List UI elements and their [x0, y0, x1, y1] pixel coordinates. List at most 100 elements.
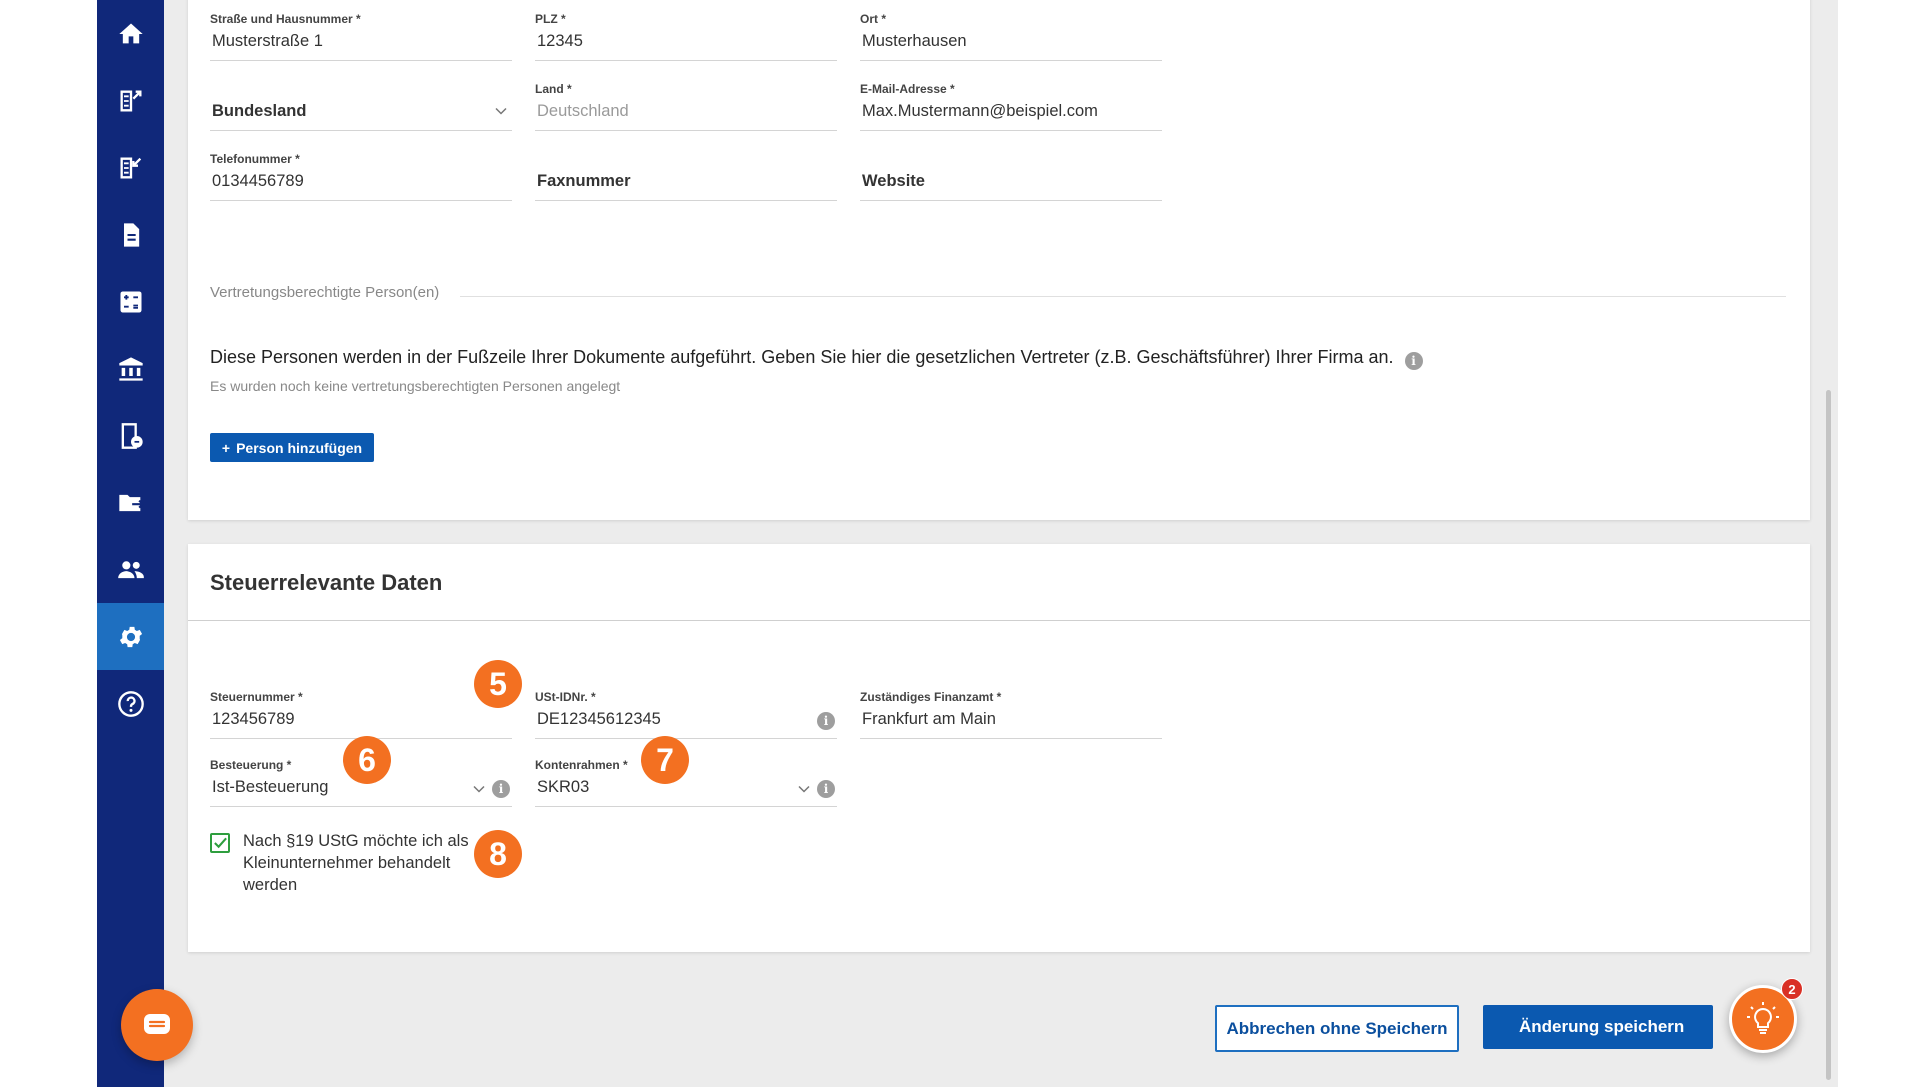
sidebar-item-calculator[interactable]	[97, 268, 164, 335]
tax-office-value[interactable]: Frankfurt am Main	[860, 710, 1162, 734]
email-label: E-Mail-Adresse *	[860, 82, 955, 96]
chat-button[interactable]	[121, 989, 193, 1061]
sidebar-item-receipts[interactable]	[97, 402, 164, 469]
field-underline	[210, 806, 512, 807]
info-icon[interactable]: i	[817, 780, 835, 798]
outgoing-invoices-icon	[120, 90, 141, 111]
tax-number-label: Steuernummer *	[210, 690, 303, 704]
city-value[interactable]: Musterhausen	[860, 32, 1162, 56]
website-placeholder[interactable]: Website	[860, 172, 1162, 196]
checkmark-icon	[214, 837, 227, 849]
chart-of-accounts-value[interactable]: SKR03	[535, 778, 837, 802]
add-person-label: Person hinzufügen	[236, 439, 363, 456]
field-underline	[535, 60, 837, 61]
plus-icon: +	[221, 439, 231, 456]
chevron-down-icon	[495, 107, 507, 115]
sidebar-item-contacts[interactable]	[97, 536, 164, 603]
folder-export-icon	[118, 494, 144, 511]
main-content: Straße und Hausnummer * Musterstraße 1 P…	[164, 0, 1838, 1087]
field-underline	[860, 738, 1162, 739]
field-underline	[535, 806, 837, 807]
calculator-icon	[120, 291, 141, 312]
vat-id-label: USt-IDNr. *	[535, 690, 596, 704]
sidebar-item-help[interactable]	[97, 670, 164, 737]
fax-field[interactable]: Faxnummer	[535, 152, 837, 201]
field-underline	[535, 200, 837, 201]
company-details-card: Straße und Hausnummer * Musterstraße 1 P…	[188, 0, 1810, 520]
info-icon[interactable]: i	[492, 780, 510, 798]
state-value[interactable]: Bundesland	[210, 102, 512, 126]
section-divider	[460, 296, 1786, 297]
incoming-invoices-icon	[120, 157, 141, 178]
tips-count-badge: 2	[1781, 978, 1803, 1000]
tax-office-field[interactable]: Zuständiges Finanzamt * Frankfurt am Mai…	[860, 690, 1162, 739]
street-field[interactable]: Straße und Hausnummer * Musterstraße 1	[210, 12, 512, 61]
callout-badge-6: 6	[343, 736, 391, 784]
tax-card-title: Steuerrelevante Daten	[210, 570, 443, 595]
country-value: Deutschland	[537, 102, 629, 120]
field-underline	[210, 130, 512, 131]
settings-icon	[119, 626, 142, 647]
field-underline	[860, 60, 1162, 61]
small-business-label[interactable]: Nach §19 UStG möchte ich als Kleinuntern…	[243, 830, 473, 896]
help-icon	[117, 690, 144, 717]
contacts-icon	[117, 560, 144, 578]
info-icon[interactable]: i	[817, 712, 835, 730]
sidebar-item-incoming-invoices[interactable]	[97, 134, 164, 201]
website-label	[860, 152, 1162, 166]
tax-number-value[interactable]: 123456789	[210, 710, 512, 734]
representatives-description: Diese Personen werden in der Fußzeile Ih…	[210, 347, 1423, 370]
city-label: Ort *	[860, 12, 887, 26]
info-icon[interactable]: i	[1404, 352, 1423, 370]
app-window: Straße und Hausnummer * Musterstraße 1 P…	[97, 0, 1838, 1087]
sidebar-item-settings[interactable]	[97, 603, 164, 670]
field-underline	[535, 738, 837, 739]
home-icon	[118, 23, 143, 43]
lightbulb-icon	[1747, 1002, 1779, 1034]
sidebar-item-documents[interactable]	[97, 201, 164, 268]
card-divider	[188, 620, 1810, 621]
website-field[interactable]: Website	[860, 152, 1162, 201]
street-label: Straße und Hausnummer *	[210, 12, 361, 26]
fax-label	[535, 152, 837, 166]
field-underline	[860, 130, 1162, 131]
sidebar-item-bank[interactable]	[97, 335, 164, 402]
state-select[interactable]: Bundesland	[210, 82, 512, 131]
phone-label: Telefonummer *	[210, 152, 300, 166]
field-underline	[210, 200, 512, 201]
cancel-button[interactable]: Abbrechen ohne Speichern	[1215, 1005, 1459, 1052]
country-field: Land * Deutschland	[535, 82, 837, 131]
email-value[interactable]: Max.Mustermann@beispiel.com	[860, 102, 1162, 126]
chat-icon	[144, 1014, 170, 1034]
callout-badge-7: 7	[641, 736, 689, 784]
bank-icon	[118, 356, 143, 381]
sidebar-item-export[interactable]	[97, 469, 164, 536]
sidebar-item-outgoing-invoices[interactable]	[97, 67, 164, 134]
tax-data-card: Steuerrelevante Daten Steuernummer * 123…	[188, 544, 1810, 952]
vat-id-field[interactable]: USt-IDNr. * DE12345612345 i	[535, 690, 837, 739]
tax-office-label: Zuständiges Finanzamt *	[860, 690, 1002, 704]
phone-value[interactable]: 0134456789	[210, 172, 512, 196]
country-label: Land *	[535, 82, 572, 96]
zip-value[interactable]: 12345	[535, 32, 837, 56]
city-field[interactable]: Ort * Musterhausen	[860, 12, 1162, 61]
document-icon	[123, 222, 139, 247]
add-person-button[interactable]: + Person hinzufügen	[210, 433, 374, 462]
scrollbar[interactable]	[1826, 390, 1831, 1080]
chevron-down-icon	[473, 785, 485, 793]
callout-badge-8: 8	[474, 830, 522, 878]
email-field[interactable]: E-Mail-Adresse * Max.Mustermann@beispiel…	[860, 82, 1162, 131]
vat-id-value[interactable]: DE12345612345	[535, 710, 837, 734]
receipt-icon	[121, 422, 143, 449]
sidebar	[97, 0, 164, 1087]
field-underline	[535, 130, 837, 131]
save-button[interactable]: Änderung speichern	[1483, 1005, 1713, 1049]
small-business-checkbox[interactable]	[210, 833, 230, 853]
fax-placeholder[interactable]: Faxnummer	[535, 172, 837, 196]
phone-field[interactable]: Telefonummer * 0134456789	[210, 152, 512, 201]
callout-badge-5: 5	[474, 660, 522, 708]
tax-number-field[interactable]: Steuernummer * 123456789	[210, 690, 512, 739]
sidebar-item-home[interactable]	[97, 0, 164, 67]
zip-field[interactable]: PLZ * 12345	[535, 12, 837, 61]
street-value[interactable]: Musterstraße 1	[210, 32, 512, 56]
